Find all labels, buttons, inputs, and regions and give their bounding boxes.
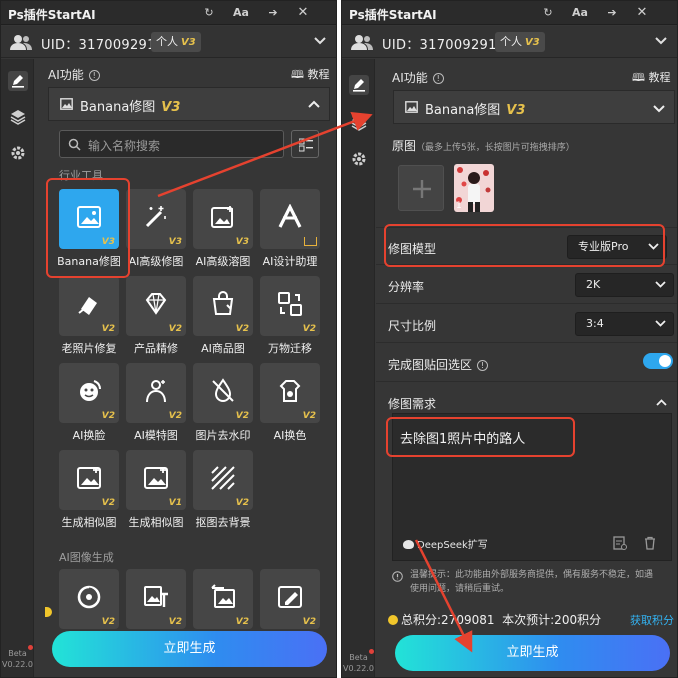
arrow-to-dropdown [157, 111, 373, 198]
arrow-to-generate [414, 539, 473, 653]
annotation-arrows [157, 111, 473, 653]
